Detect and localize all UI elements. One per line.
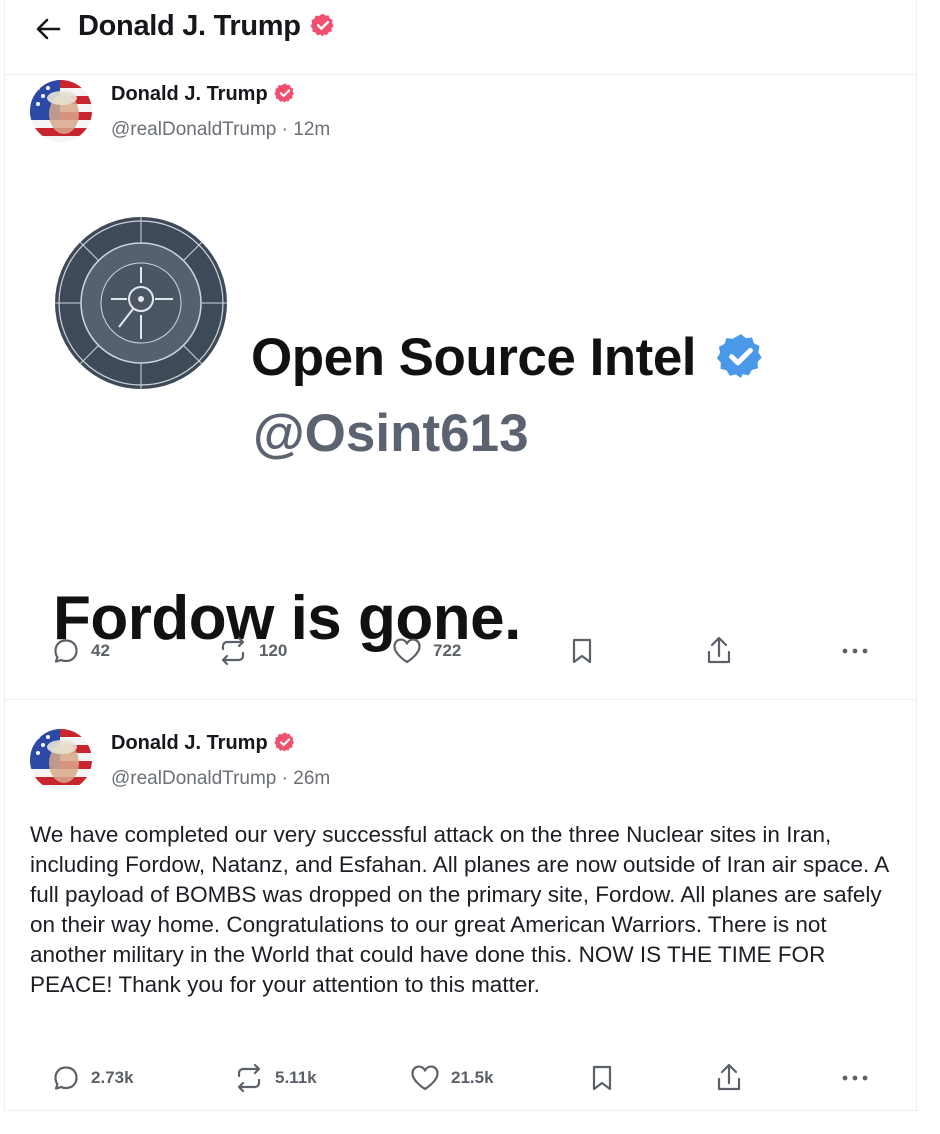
post-card[interactable]: Donald J. Trump @realDonaldTrump · 26m W… <box>5 700 916 1110</box>
reply-count: 2.73k <box>91 1068 134 1087</box>
post-actions: 2.73k 5.11k 21.5k <box>5 1058 916 1098</box>
more-options-button[interactable] <box>839 1058 871 1098</box>
embedded-account-name: Open Source Intel <box>251 327 766 388</box>
comment-icon <box>54 639 78 663</box>
like-button[interactable]: 21.5k <box>409 1058 494 1098</box>
post-actions: 42 120 722 <box>5 631 916 671</box>
bookmark-button[interactable] <box>569 631 595 671</box>
timeline-column: Donald J. Trump Donald J. Trump @realDon… <box>4 0 917 1111</box>
more-options-button[interactable] <box>839 631 871 671</box>
author-handle[interactable]: @realDonaldTrump <box>111 119 276 140</box>
bookmark-button[interactable] <box>589 1058 615 1098</box>
repost-button[interactable]: 5.11k <box>233 1058 317 1098</box>
repost-icon <box>221 636 245 666</box>
share-icon <box>717 1063 741 1091</box>
author-handle-line: @realDonaldTrump · 12m <box>111 119 330 141</box>
author-name[interactable]: Donald J. Trump <box>111 732 296 755</box>
bookmark-icon <box>572 638 592 664</box>
reply-button[interactable]: 2.73k <box>51 1058 134 1098</box>
page-title: Donald J. Trump <box>78 10 336 43</box>
post-image[interactable]: Open Source Intel @Osint613 Fordow is go… <box>5 175 916 695</box>
page-title-text: Donald J. Trump <box>78 10 301 42</box>
like-count: 21.5k <box>451 1068 494 1087</box>
author-handle[interactable]: @realDonaldTrump <box>111 768 276 789</box>
author-name-text: Donald J. Trump <box>111 83 268 105</box>
verified-badge-icon <box>274 83 295 103</box>
repost-count: 120 <box>259 641 288 660</box>
ellipsis-icon <box>842 648 868 654</box>
ellipsis-icon <box>842 1075 868 1081</box>
embedded-account-handle: @Osint613 <box>253 404 529 463</box>
arrow-left-icon <box>36 18 61 40</box>
post-timestamp[interactable]: 12m <box>293 119 330 140</box>
avatar[interactable] <box>30 729 92 791</box>
repost-icon <box>237 1063 261 1093</box>
bookmark-icon <box>592 1065 612 1091</box>
separator-dot: · <box>281 119 294 140</box>
post-body-text: We have completed our very successful at… <box>30 822 889 997</box>
repost-count: 5.11k <box>275 1068 317 1087</box>
like-count: 722 <box>433 641 462 660</box>
comment-icon <box>54 1066 78 1090</box>
embedded-account-name-text: Open Source Intel <box>251 328 697 387</box>
back-button[interactable] <box>33 14 63 44</box>
post-card[interactable]: Donald J. Trump @realDonaldTrump · 12m O… <box>5 75 916 700</box>
author-name-text: Donald J. Trump <box>111 732 268 754</box>
share-button[interactable] <box>705 631 733 671</box>
like-button[interactable]: 722 <box>391 631 461 671</box>
post-timestamp[interactable]: 26m <box>293 768 330 789</box>
share-button[interactable] <box>715 1058 743 1098</box>
profile-header-bar: Donald J. Trump <box>5 0 916 75</box>
separator-dot: · <box>281 768 294 789</box>
heart-icon <box>411 1065 439 1091</box>
share-icon <box>707 636 731 664</box>
reply-button[interactable]: 42 <box>51 631 110 671</box>
blue-check-icon <box>717 334 762 378</box>
repost-button[interactable]: 120 <box>217 631 287 671</box>
osint-logo <box>55 217 227 389</box>
verified-badge-icon <box>274 732 295 752</box>
reply-count: 42 <box>91 641 110 660</box>
heart-icon <box>393 638 421 664</box>
author-name[interactable]: Donald J. Trump <box>111 83 296 106</box>
avatar[interactable] <box>30 80 92 142</box>
author-handle-line: @realDonaldTrump · 26m <box>111 768 330 790</box>
verified-badge-icon <box>310 13 335 37</box>
